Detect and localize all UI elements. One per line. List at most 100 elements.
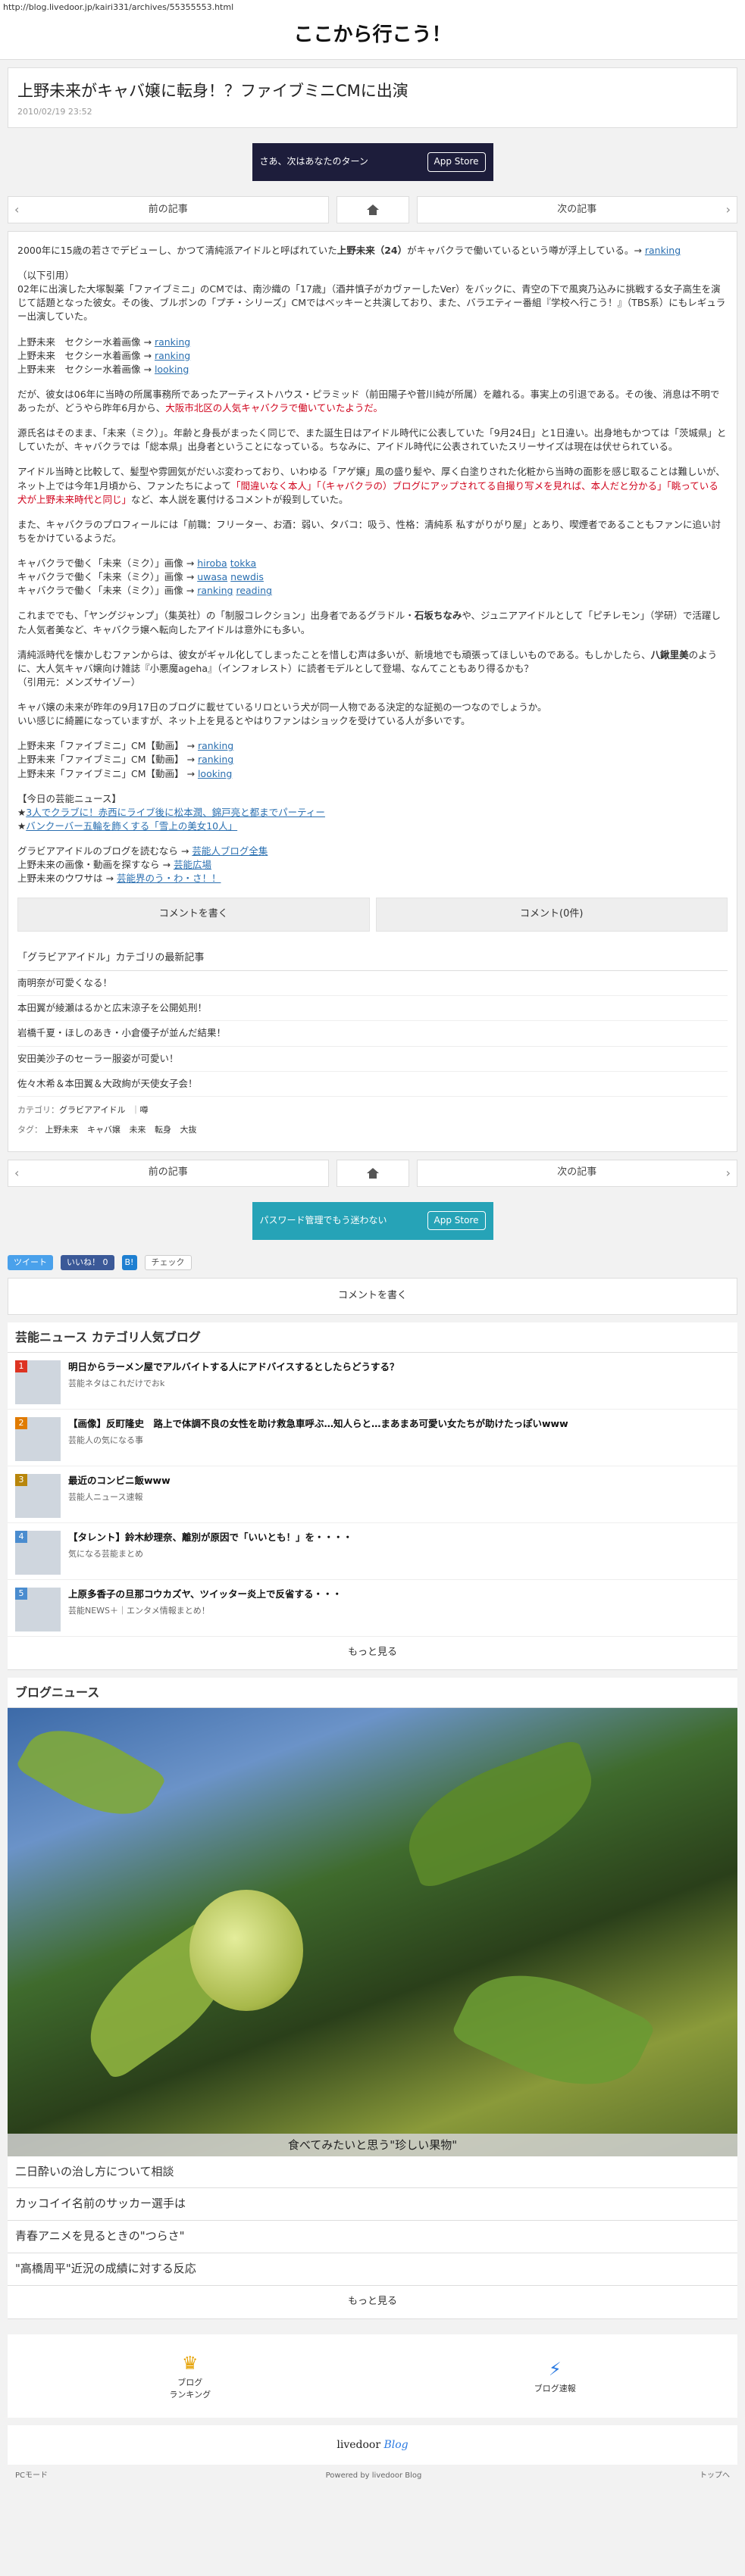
link[interactable]: ranking (198, 754, 233, 765)
link[interactable]: newdis (230, 571, 264, 582)
category-item[interactable]: 安田美沙子のセーラー服姿が可愛い！ (17, 1047, 728, 1072)
tag-link[interactable]: キャバ嬢 (87, 1125, 121, 1135)
rank-source: 気になる芸能まとめ (68, 1548, 143, 1559)
main-wrapper: 上野未来がキャバ嬢に転身！？ファイブミニCMに出演 2010/02/19 23:… (0, 67, 745, 2493)
write-comment-bar[interactable]: コメントを書く (8, 1277, 737, 1315)
hatena-bookmark-button[interactable]: B! (121, 1254, 137, 1270)
link[interactable]: hiroba (197, 557, 227, 569)
ranking-item[interactable]: 3 最近のコンビニ飯www 芸能人ニュース速報 (8, 1466, 737, 1523)
category-item[interactable]: 岩橋千夏・ほしのあき・小倉優子が並んだ結果！ (17, 1021, 728, 1047)
paragraph: キャバ嬢の未来が昨年の9月17日のブログに載せているリロという犬が同一人物である… (17, 701, 728, 728)
category-link[interactable]: 噂 (139, 1105, 148, 1115)
photo-caption[interactable]: 食べてみたいと思う"珍しい果物" (8, 2133, 737, 2156)
link[interactable]: 芸能界のう・わ・さ！！ (117, 873, 221, 884)
news-link[interactable]: 3人でクラブに！赤西にライブ後に松本潤、錦戸亮と都までパーティー (26, 807, 325, 818)
person-name: 上野未来（24） (337, 244, 408, 256)
ad-banner-bottom[interactable]: パスワード管理でもう迷わない App Store (8, 1201, 737, 1240)
tag-link[interactable]: 上野未来 (45, 1125, 79, 1135)
link[interactable]: tokka (230, 557, 256, 569)
tag-meta: タグ： 上野未来 キャバ嬢 未来 転身 大抜 (17, 1124, 728, 1136)
news-item[interactable]: "高橋周平"近況の成績に対する反応 (8, 2253, 737, 2286)
ranking-item[interactable]: 4 【タレント】鈴木紗理奈、離別が原因で「いいとも！」を・・・・ 気になる芸能まと… (8, 1523, 737, 1580)
news-item[interactable]: カッコイイ名前のサッカー選手は (8, 2188, 737, 2222)
ad-box[interactable]: さあ、次はあなたのターン App Store (252, 142, 493, 181)
ranking-item[interactable]: 5 上原多香子の旦那コウカズヤ、ツイッター炎上で反省する・・・ 芸能NEWS＋｜エ… (8, 1580, 737, 1637)
site-title[interactable]: ここから行こう！ (0, 21, 745, 50)
news-photo[interactable]: 食べてみたいと思う"珍しい果物" (8, 1707, 737, 2156)
ranking-link[interactable]: ranking (645, 245, 681, 256)
rank-title[interactable]: 明日からラーメン屋でアルバイトする人にアドバイスするとしたらどうする？ (68, 1360, 399, 1374)
text: など、本人説を裏付けるコメントが殺到していた。 (131, 493, 349, 505)
text: 上野未来「ファイブミニ」CM【動画】 → (17, 754, 195, 766)
blog-news-title: ブログニュース (8, 1677, 737, 1708)
ad-box[interactable]: パスワード管理でもう迷わない App Store (252, 1201, 493, 1240)
tag-label: タグ： (17, 1124, 42, 1135)
link-line: 上野未来「ファイブミニ」CM【動画】 → looking (17, 767, 728, 781)
thumbnail: 2 (15, 1416, 61, 1461)
category-item[interactable]: 南明奈が可愛くなる！ (17, 971, 728, 997)
prev-article-button[interactable]: ‹ 前の記事 (8, 195, 329, 223)
paragraph: これまででも、「ヤングジャンプ」（集英社）の「制服コレクション」出身者であるグラ… (17, 609, 728, 636)
site-header: ここから行こう！ (0, 14, 745, 60)
news-link[interactable]: バンクーバー五輪を飾くする「雪上の美女10人」 (26, 820, 237, 832)
tag-link[interactable]: 転身 (155, 1125, 171, 1135)
link[interactable]: uwasa (197, 571, 227, 582)
ranking-item[interactable]: 1 明日からラーメン屋でアルバイトする人にアドバイスするとしたらどうする？ 芸能ネ… (8, 1353, 737, 1410)
ranking-more-button[interactable]: もっと見る (8, 1636, 737, 1670)
text: 上野未来の画像・動画を探すなら → (17, 859, 171, 871)
post-title: 上野未来がキャバ嬢に転身！？ファイブミニCMに出演 (17, 81, 408, 100)
pc-mode-link[interactable]: PCモード (15, 2471, 48, 2482)
ad-text: さあ、次はあなたのターン (259, 156, 368, 167)
text: キャバクラで働く「未来（ミク）」画像 → (17, 557, 195, 570)
thumbnail: 1 (15, 1360, 61, 1404)
app-store-badge[interactable]: App Store (427, 152, 486, 172)
ad-banner-top[interactable]: さあ、次はあなたのターン App Store (8, 142, 737, 181)
link[interactable]: reading (236, 585, 271, 596)
link[interactable]: looking (155, 364, 189, 375)
ranking-title: 芸能ニュース カテゴリ人気ブログ (8, 1322, 737, 1353)
link[interactable]: 芸能人ブログ全集 (192, 845, 268, 857)
blog-ranking-link[interactable]: ♛ ブログ ランキング (8, 2334, 373, 2418)
paragraph: （以下引用） 02年に出演した大塚製薬「ファイブミニ」のCMでは、南沙織の「17歳… (17, 269, 728, 324)
paragraph: 清純派時代を懐かしむファンからは、彼女がギャル化してしまったことを惜しむ声は多い… (17, 648, 728, 689)
category-item[interactable]: 本田翼が綾瀬はるかと広末涼子を公開処刑！ (17, 996, 728, 1022)
comment-count-button[interactable]: コメント(0件) (375, 898, 728, 932)
home-icon (366, 1167, 379, 1179)
article-body: 2000年に15歳の若さでデビューし、かつて清純派アイドルと呼ばれていた上野未来… (8, 230, 737, 1152)
next-article-button[interactable]: 次の記事 › (416, 1159, 737, 1187)
app-store-badge[interactable]: App Store (427, 1210, 486, 1231)
link[interactable]: ranking (155, 336, 190, 348)
next-article-button[interactable]: 次の記事 › (416, 195, 737, 223)
link[interactable]: ranking (197, 585, 233, 596)
prev-article-button[interactable]: ‹ 前の記事 (8, 1159, 329, 1187)
news-item[interactable]: 青春アニメを見るときの"つらさ" (8, 2221, 737, 2253)
tweet-button[interactable]: ツイート (8, 1254, 53, 1270)
livedoor-blog-logo[interactable]: livedoor Blog (8, 2425, 737, 2465)
link[interactable]: 芸能広場 (174, 859, 211, 870)
rank-title[interactable]: 【画像】反町隆史 路上で体調不良の女性を助け救急車呼ぶ…知人らと…まあまあ可愛い… (68, 1417, 568, 1431)
link[interactable]: ranking (155, 350, 190, 361)
link[interactable]: ranking (198, 740, 233, 751)
url-bar[interactable]: http://blog.livedoor.jp/kairi331/archive… (0, 0, 745, 14)
back-to-top-link[interactable]: トップへ (700, 2471, 730, 2482)
rank-title[interactable]: 上原多香子の旦那コウカズヤ、ツイッター炎上で反省する・・・ (68, 1588, 342, 1601)
text: キャバ嬢の未来が昨年の9月17日のブログに載せているリロという犬が同一人物である… (17, 701, 547, 713)
category-item[interactable]: 佐々木希＆本田翼＆大政絢が天使女子会！ (17, 1072, 728, 1097)
thumbnail: 5 (15, 1587, 61, 1631)
check-button[interactable]: チェック (144, 1254, 192, 1270)
news-item[interactable]: 二日酔いの治し方について相談 (8, 2156, 737, 2189)
blog-news-link[interactable]: ⚡ ブログ速報 (373, 2334, 738, 2418)
news-more-button[interactable]: もっと見る (8, 2285, 737, 2319)
tag-link[interactable]: 大抜 (180, 1125, 197, 1135)
write-comment-button[interactable]: コメントを書く (17, 898, 370, 932)
home-button[interactable] (336, 1159, 409, 1187)
rank-number: 2 (15, 1416, 27, 1429)
ranking-item[interactable]: 2 【画像】反町隆史 路上で体調不良の女性を助け救急車呼ぶ…知人らと…まあまあ可… (8, 1410, 737, 1466)
link[interactable]: looking (198, 768, 232, 779)
facebook-like-button[interactable]: いいね！ 0 (61, 1254, 114, 1270)
tag-link[interactable]: 未来 (130, 1125, 146, 1135)
home-button[interactable] (336, 195, 409, 223)
rank-title[interactable]: 【タレント】鈴木紗理奈、離別が原因で「いいとも！」を・・・・ (68, 1531, 352, 1544)
category-link[interactable]: グラビアアイドル (59, 1105, 125, 1115)
rank-title[interactable]: 最近のコンビニ飯www (68, 1474, 171, 1488)
